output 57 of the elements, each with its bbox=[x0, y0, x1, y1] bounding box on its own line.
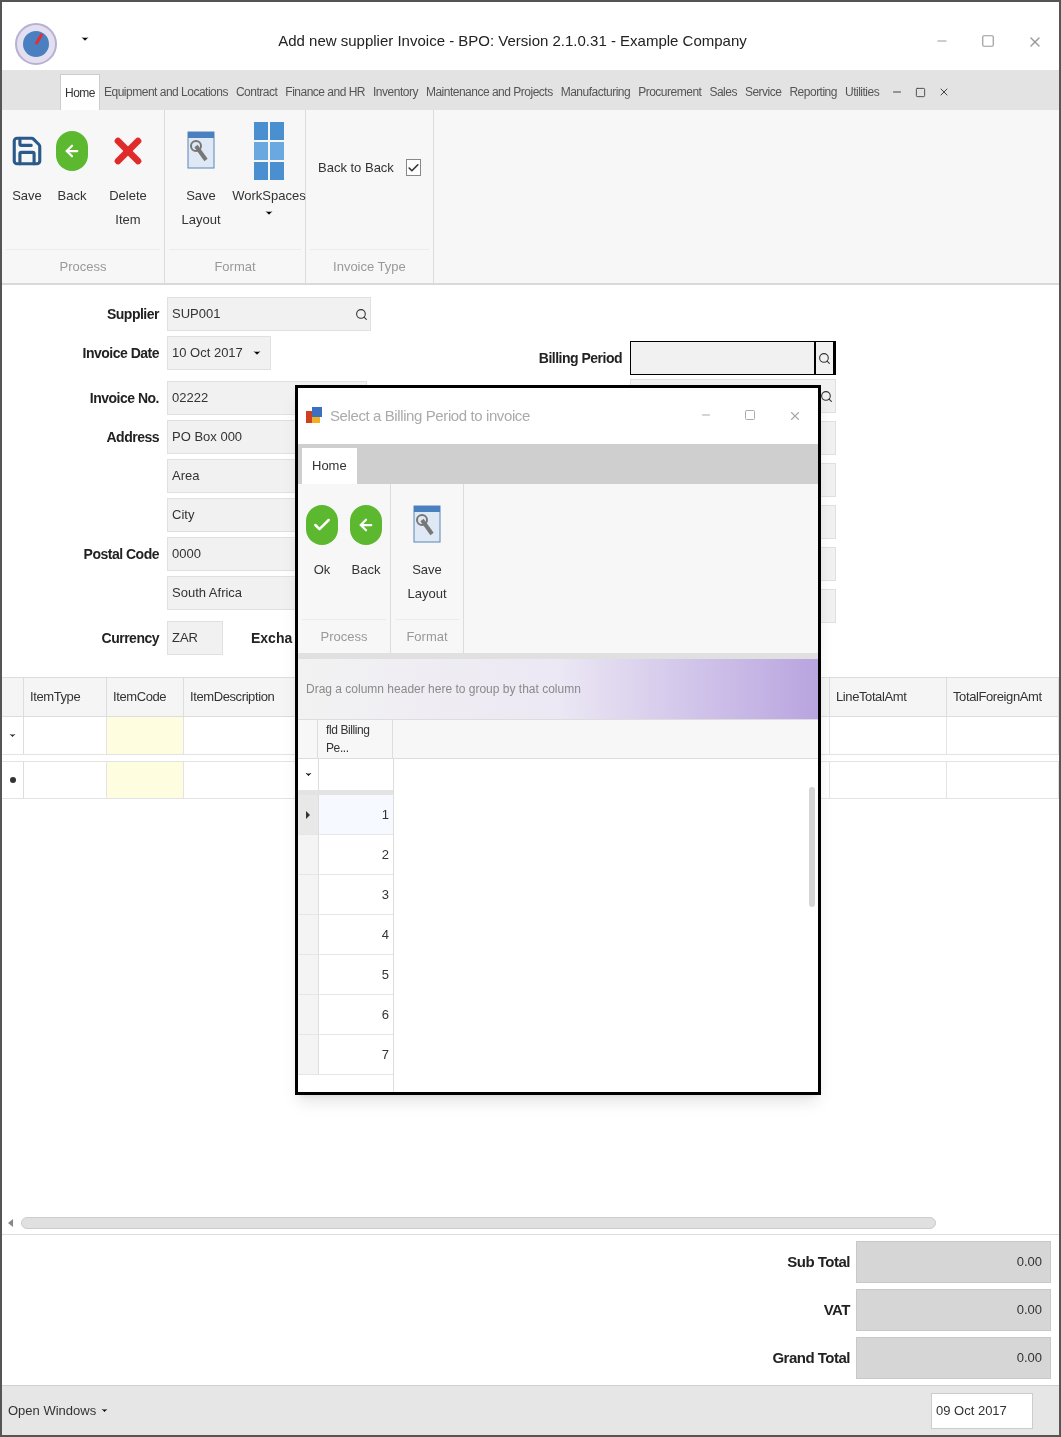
field-label: Currency bbox=[101, 629, 159, 646]
field-label: Address bbox=[106, 428, 159, 445]
button-label: Back bbox=[57, 187, 87, 205]
column-header[interactable]: ItemCode bbox=[107, 678, 184, 716]
ribbon-tab[interactable]: Reporting bbox=[785, 74, 841, 110]
date-field[interactable]: 09 Oct 2017 bbox=[931, 1392, 1033, 1429]
button-label: Delete Item bbox=[108, 187, 148, 229]
total-label: Grand Total bbox=[772, 1347, 850, 1368]
group-label: Process bbox=[320, 627, 368, 646]
ribbon-tab[interactable]: Service bbox=[740, 74, 786, 110]
group-label: Invoice Type bbox=[333, 257, 406, 276]
ribbon-tab[interactable]: Finance and HR bbox=[281, 74, 370, 110]
group-label: Format bbox=[406, 627, 448, 646]
ribbon-tab[interactable]: Equipment and Locations bbox=[100, 74, 232, 110]
field-label: Billing Period bbox=[538, 349, 622, 366]
field-label: Supplier bbox=[107, 305, 159, 322]
ribbon-tab[interactable]: Sales bbox=[705, 74, 741, 110]
total-field: 0.00 bbox=[856, 1241, 1051, 1283]
field-label: Postal Code bbox=[83, 545, 159, 562]
checkbox-label: Back to Back bbox=[318, 159, 394, 177]
group-label: Process bbox=[59, 257, 107, 276]
date-field[interactable]: 10 Oct 2017 bbox=[167, 336, 271, 370]
ribbon-button[interactable]: Delete Item bbox=[96, 118, 160, 232]
field-label: Invoice No. bbox=[89, 389, 159, 406]
ribbon-button[interactable]: Save Layout bbox=[169, 118, 233, 232]
column-header[interactable]: ItemType bbox=[24, 678, 107, 716]
open-windows-button[interactable]: Open Windows bbox=[8, 1400, 110, 1421]
group-panel: Drag a column header here to group by that column bbox=[298, 659, 818, 719]
input-field[interactable]: ZAR bbox=[167, 621, 223, 655]
button-label: Save Layout bbox=[406, 561, 448, 603]
column-header[interactable]: LineTotalAmt bbox=[830, 678, 947, 716]
ribbon-tab[interactable]: Manufacturing bbox=[556, 74, 635, 110]
ribbon-tab[interactable]: Procurement bbox=[634, 74, 706, 110]
ribbon-tab[interactable]: Maintenance and Projects bbox=[421, 74, 557, 110]
ribbon-button[interactable]: Save Layout bbox=[395, 492, 459, 606]
input-field[interactable]: SUP001 bbox=[167, 297, 371, 331]
ribbon-button[interactable]: Back bbox=[52, 118, 92, 208]
ribbon-tab[interactable]: Utilities bbox=[840, 74, 884, 110]
ribbon-tab[interactable]: Home bbox=[60, 74, 100, 110]
ribbon-tab[interactable]: Contract bbox=[231, 74, 282, 110]
total-label: VAT bbox=[823, 1299, 850, 1320]
button-label: WorkSpaces bbox=[232, 187, 306, 205]
table-cell[interactable]: 1 bbox=[318, 795, 393, 834]
ribbon-button[interactable]: Save bbox=[6, 118, 48, 208]
window-title: Add new supplier Invoice - BPO: Version 2.1.0.31 - Example Company bbox=[278, 32, 747, 49]
total-field: 0.00 bbox=[856, 1289, 1051, 1331]
ribbon-tab[interactable]: Inventory bbox=[369, 74, 422, 110]
column-header[interactable]: TotalForeignAmt bbox=[947, 678, 1059, 716]
total-field: 0.00 bbox=[856, 1337, 1051, 1379]
field-label: Invoice Date bbox=[82, 344, 159, 361]
total-label: Sub Total bbox=[787, 1251, 850, 1272]
group-label: Format bbox=[214, 257, 256, 276]
ribbon-tab[interactable]: Home bbox=[302, 448, 357, 484]
column-header[interactable]: fld Billing Pe... bbox=[318, 720, 393, 758]
button-label: Save bbox=[12, 187, 42, 205]
field-label: Excha bbox=[251, 628, 293, 648]
button-label: Save Layout bbox=[180, 187, 222, 229]
